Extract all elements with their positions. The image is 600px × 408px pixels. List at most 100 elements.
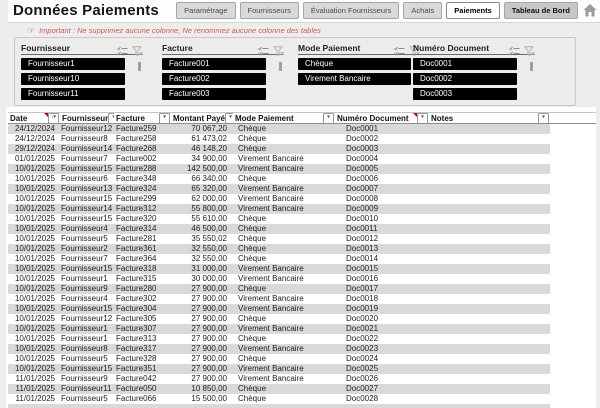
table-cell[interactable]: 32 550,00 [171, 244, 233, 254]
table-cell[interactable]: 30 000,00 [171, 274, 233, 284]
table-cell[interactable]: Doc0011 [335, 224, 429, 234]
table-cell[interactable]: Facture002 [114, 154, 171, 164]
filter-dropdown-icon[interactable]: ▾ [225, 113, 233, 123]
table-cell[interactable]: Doc0003 [335, 144, 429, 154]
table-cell[interactable]: 46 148,20 [171, 144, 233, 154]
table-cell[interactable]: Facture351 [114, 364, 171, 374]
table-cell[interactable]: 31 000,00 [171, 264, 233, 274]
table-cell[interactable]: 10/01/2025 [8, 284, 60, 294]
table-cell[interactable]: Facture348 [114, 174, 171, 184]
table-cell[interactable]: Virement Bancaire [233, 274, 335, 284]
table-cell[interactable]: Doc0008 [335, 194, 429, 204]
table-cell[interactable] [429, 324, 550, 334]
table-cell[interactable]: Doc0023 [335, 344, 429, 354]
home-icon[interactable] [583, 4, 597, 17]
tab-achats[interactable]: Achats [403, 2, 442, 19]
table-cell[interactable] [429, 194, 550, 204]
table-cell[interactable]: Chèque [233, 144, 335, 154]
slicer-item-cheque[interactable]: Chèque [298, 58, 411, 70]
tab-tableau-de-bord[interactable]: Tableau de Bord [504, 2, 578, 19]
table-cell[interactable]: Fournisseur15 [60, 214, 114, 224]
table-cell[interactable]: 10/01/2025 [8, 204, 60, 214]
table-cell[interactable] [429, 344, 550, 354]
table-cell[interactable]: Facture305 [114, 314, 171, 324]
table-cell[interactable] [429, 244, 550, 254]
multi-select-icon[interactable] [394, 43, 405, 53]
table-cell[interactable]: Facture302 [114, 294, 171, 304]
table-cell[interactable]: Doc0012 [335, 234, 429, 244]
filter-dropdown-icon[interactable]: ▾ [323, 113, 334, 123]
table-cell[interactable]: 10/01/2025 [8, 294, 60, 304]
table-cell[interactable]: Chèque [233, 254, 335, 264]
table-cell[interactable]: 10/01/2025 [8, 224, 60, 234]
table-cell[interactable]: Facture315 [114, 274, 171, 284]
table-cell[interactable]: Doc0022 [335, 334, 429, 344]
table-cell[interactable]: 27 900,00 [171, 334, 233, 344]
table-cell[interactable]: Virement Bancaire [233, 344, 335, 354]
table-cell[interactable]: Chèque [233, 174, 335, 184]
table-cell[interactable]: 27 900,00 [171, 324, 233, 334]
table-cell[interactable]: Chèque [233, 314, 335, 324]
table-cell[interactable]: Facture314 [114, 224, 171, 234]
table-cell[interactable]: Fournisseur7 [60, 154, 114, 164]
table-cell[interactable]: Virement Bancaire [233, 304, 335, 314]
table-cell[interactable]: 10/01/2025 [8, 214, 60, 224]
table-cell[interactable]: 46 500,00 [171, 224, 233, 234]
table-cell[interactable]: 11/01/2025 [8, 384, 60, 394]
table-cell[interactable]: Doc0017 [335, 284, 429, 294]
table-cell[interactable]: 10/01/2025 [8, 244, 60, 254]
table-cell[interactable]: Fournisseur13 [60, 184, 114, 194]
table-cell[interactable]: Facture313 [114, 334, 171, 344]
table-cell[interactable] [429, 214, 550, 224]
table-cell[interactable]: Doc0019 [335, 304, 429, 314]
table-cell[interactable] [429, 204, 550, 214]
table-cell[interactable]: 32 550,00 [171, 254, 233, 264]
table-cell[interactable]: Facture258 [114, 134, 171, 144]
table-cell[interactable]: Doc0025 [335, 364, 429, 374]
table-cell[interactable]: Virement Bancaire [233, 164, 335, 174]
table-cell[interactable]: Fournisseur1 [60, 274, 114, 284]
table-cell[interactable]: Fournisseur15 [60, 364, 114, 374]
table-cell[interactable]: Doc0026 [335, 374, 429, 384]
table-cell[interactable]: Fournisseur7 [60, 254, 114, 264]
table-cell[interactable]: 27 900,00 [171, 304, 233, 314]
table-cell[interactable] [429, 304, 550, 314]
table-cell[interactable]: Chèque [233, 354, 335, 364]
table-cell[interactable]: Doc0027 [335, 384, 429, 394]
table-cell[interactable]: Doc0024 [335, 354, 429, 364]
table-cell[interactable]: 27 900,00 [171, 374, 233, 384]
table-cell[interactable]: Virement Bancaire [233, 264, 335, 274]
table-cell[interactable]: Facture320 [114, 214, 171, 224]
table-cell[interactable]: Virement Bancaire [233, 184, 335, 194]
table-cell[interactable] [429, 134, 550, 144]
table-cell[interactable] [429, 124, 550, 134]
table-cell[interactable]: Fournisseur4 [60, 224, 114, 234]
table-cell[interactable]: Doc0005 [335, 164, 429, 174]
table-cell[interactable]: 10/01/2025 [8, 274, 60, 284]
table-cell[interactable] [429, 264, 550, 274]
table-cell[interactable]: Facture268 [114, 144, 171, 154]
table-cell[interactable] [429, 384, 550, 394]
slicer-item-fournisseur10[interactable]: Fournisseur10 [21, 73, 125, 85]
table-cell[interactable]: 11/01/2025 [8, 394, 60, 404]
table-cell[interactable] [429, 234, 550, 244]
table-cell[interactable]: 01/01/2025 [8, 154, 60, 164]
table-cell[interactable]: 10/01/2025 [8, 184, 60, 194]
table-cell[interactable]: Chèque [233, 244, 335, 254]
table-cell[interactable]: Fournisseur15 [60, 304, 114, 314]
table-cell[interactable]: 10/01/2025 [8, 234, 60, 244]
clear-filter-icon[interactable] [273, 43, 284, 53]
table-cell[interactable] [429, 334, 550, 344]
table-cell[interactable] [429, 284, 550, 294]
table-cell[interactable]: Fournisseur15 [60, 264, 114, 274]
table-cell[interactable]: Doc0014 [335, 254, 429, 264]
table-cell[interactable]: Fournisseur5 [60, 394, 114, 404]
table-cell[interactable]: Fournisseur5 [60, 354, 114, 364]
table-cell[interactable]: Fournisseur8 [60, 134, 114, 144]
table-cell[interactable]: Fournisseur1 [60, 334, 114, 344]
table-cell[interactable]: Facture259 [114, 124, 171, 134]
table-cell[interactable]: 55 800,00 [171, 204, 233, 214]
table-cell[interactable]: Virement Bancaire [233, 194, 335, 204]
table-cell[interactable] [429, 154, 550, 164]
table-cell[interactable]: Doc0020 [335, 314, 429, 324]
